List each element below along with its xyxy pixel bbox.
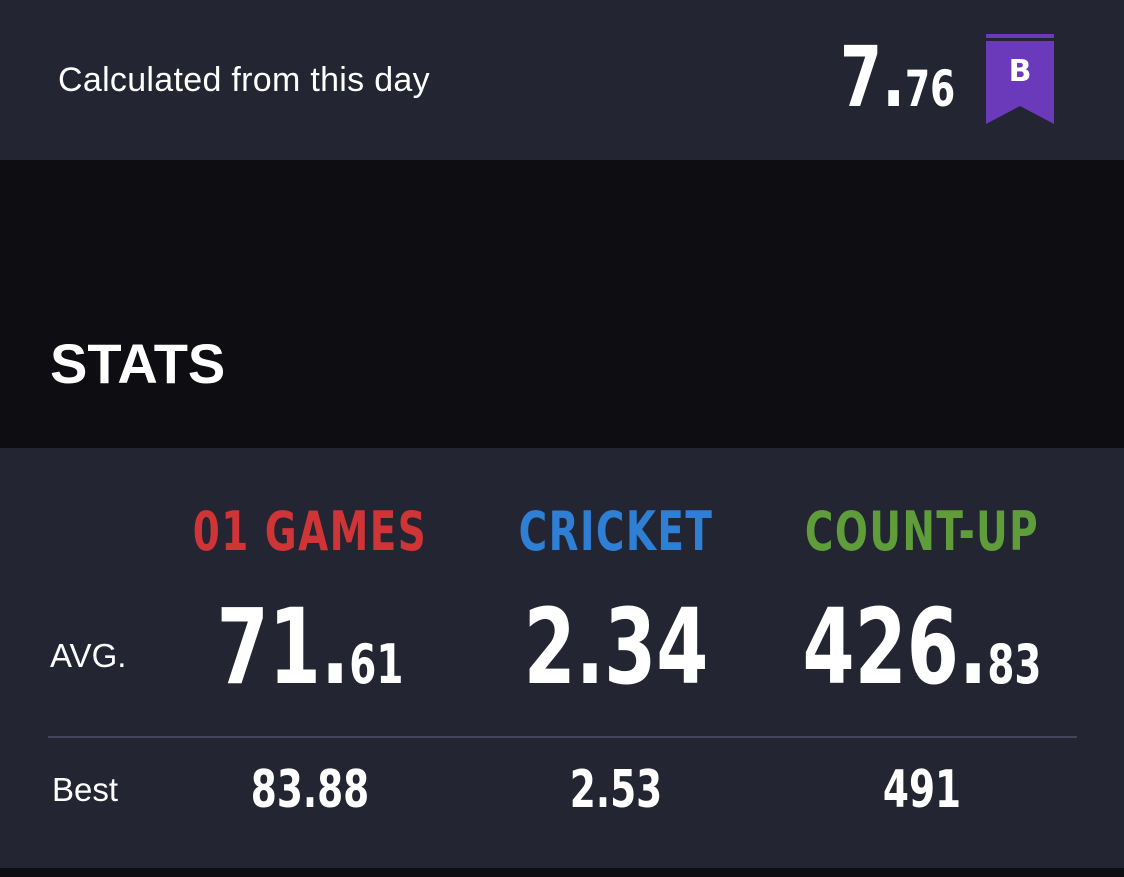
stats-section-title: STATS — [50, 332, 226, 395]
avg-integer: 2.34 — [523, 586, 709, 708]
row-divider — [48, 736, 1077, 738]
best-value-cricket: 2.53 — [569, 760, 663, 820]
best-value-01-games: 83.88 — [250, 760, 370, 820]
bottom-edge — [0, 868, 1124, 877]
avg-decimal: 61 — [349, 633, 404, 696]
avg-value-count-up: 426.83 — [778, 592, 1066, 702]
avg-decimal: 83 — [987, 633, 1042, 696]
calculated-from-label: Calculated from this day — [58, 61, 430, 99]
rating-integer: 7. — [840, 28, 906, 126]
avg-row-label: AVG. — [50, 637, 127, 674]
avg-integer: 71. — [216, 586, 350, 708]
avg-integer: 426. — [802, 586, 988, 708]
rating-decimal: 76 — [905, 60, 956, 118]
avg-value-01-games: 71.61 — [166, 592, 454, 702]
avg-value-cricket: 2.34 — [472, 592, 760, 702]
column-header-cricket: CRICKET — [518, 500, 714, 563]
rank-letter: B — [1008, 54, 1032, 89]
best-value-count-up: 491 — [882, 760, 962, 820]
rank-ribbon-icon: B — [986, 34, 1054, 124]
section-spacer — [0, 160, 1124, 448]
rating-value: 7.76 — [840, 32, 955, 122]
best-row-label: Best — [52, 771, 119, 808]
column-header-01-games: 01 GAMES — [192, 500, 428, 563]
column-header-count-up: COUNT-UP — [804, 500, 1040, 563]
